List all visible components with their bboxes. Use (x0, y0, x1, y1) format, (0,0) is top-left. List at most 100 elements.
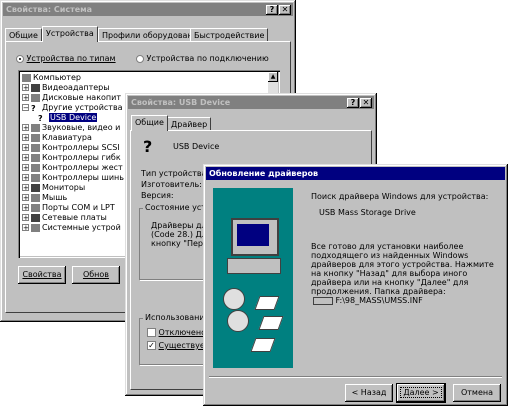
tree-item-other[interactable]: −? Другие устройства (22, 103, 123, 113)
network-icon (31, 213, 40, 222)
disc-icon (227, 310, 249, 332)
tree-item-ports[interactable]: + Порты COM и LPT (22, 203, 115, 213)
expand-icon[interactable]: + (22, 94, 29, 102)
expand-icon[interactable]: + (22, 214, 29, 222)
system-properties-titlebar[interactable]: Свойства: Система (3, 3, 293, 16)
tree-item-scsi[interactable]: + Контроллеры SCSI (22, 143, 120, 153)
disk-icon (31, 93, 40, 102)
tab-driver[interactable]: Драйвер (167, 117, 212, 131)
tree-label: Контроллеры жест (42, 163, 123, 172)
disc-icon (223, 288, 245, 310)
tree-item-sound[interactable]: + Звуковые, видео и (22, 123, 120, 133)
close-button[interactable]: ✕ (360, 98, 372, 108)
cancel-button[interactable]: Отмена (453, 384, 501, 402)
exists-checkbox[interactable]: ✓ Существует (147, 341, 209, 350)
tab-general[interactable]: Общие (5, 28, 42, 42)
display-adapter-icon (31, 83, 40, 92)
device-question-icon: ? (143, 137, 153, 156)
expand-icon[interactable]: + (22, 134, 29, 142)
manufacturer-label: Изготовитель: (141, 180, 202, 189)
tree-item-system[interactable]: + Системные устрой (22, 223, 121, 233)
tree-label: USB Device (49, 113, 98, 122)
system-icon (31, 223, 40, 232)
controller-icon (31, 173, 40, 182)
expand-icon[interactable]: + (22, 184, 29, 192)
expand-icon[interactable]: + (22, 84, 29, 92)
expand-icon[interactable]: + (22, 124, 29, 132)
tree-label: Сетевые платы (42, 213, 107, 222)
tree-label: Системные устрой (42, 223, 121, 232)
tree-item-floppy[interactable]: + Контроллеры гибк (22, 153, 121, 163)
disabled-checkbox[interactable]: Отключено (147, 328, 206, 337)
help-button[interactable]: ? (266, 5, 278, 15)
tab-devices[interactable]: Устройства (42, 26, 98, 42)
tree-item-hdd[interactable]: + Контроллеры жест (22, 163, 123, 173)
usb-properties-titlebar[interactable]: Свойства: USB Device (128, 96, 374, 109)
tree-label: Мышь (42, 193, 68, 202)
driver-path: F:\98_MASS\UMSS.INF (335, 296, 423, 305)
radio-by-type-dot[interactable] (16, 54, 24, 63)
port-icon (31, 203, 40, 212)
tree-label: Контроллеры гибк (42, 153, 121, 162)
sound-icon (31, 123, 40, 132)
help-button[interactable]: ? (347, 98, 359, 108)
expand-icon[interactable]: + (22, 154, 29, 162)
tree-item-computer[interactable]: Компьютер (22, 73, 81, 83)
monitor-icon (31, 183, 40, 192)
tree-item-monitors[interactable]: + Мониторы (22, 183, 85, 193)
back-label: < Назад (351, 388, 387, 397)
expand-icon[interactable]: + (22, 194, 29, 202)
next-label: Далее > (400, 387, 442, 398)
keyboard-icon (31, 133, 40, 142)
controller-icon (31, 163, 40, 172)
close-button[interactable]: ✕ (279, 5, 291, 15)
next-button[interactable]: Далее > (396, 383, 446, 403)
computer-monitor-icon (231, 218, 279, 256)
tree-label: Видеоадаптеры (42, 83, 110, 92)
tab-general[interactable]: Общие (131, 115, 168, 131)
properties-label: Свойства (22, 270, 62, 279)
tree-label: Порты COM и LPT (42, 203, 115, 212)
tree-label: Мониторы (42, 183, 86, 192)
exists-checkbox-label: Существует (158, 341, 210, 350)
collapse-icon[interactable]: − (22, 104, 29, 112)
properties-button[interactable]: Свойства (18, 266, 66, 284)
tree-label: Компьютер (33, 73, 81, 82)
wizard-illustration (213, 188, 293, 368)
exists-checkbox-box[interactable]: ✓ (147, 341, 156, 350)
tree-item-network[interactable]: + Сетевые платы (22, 213, 107, 223)
tree-item-keyboard[interactable]: + Клавиатура (22, 133, 92, 143)
radio-by-connection-dot[interactable] (136, 54, 144, 63)
tree-item-mouse[interactable]: + Мышь (22, 193, 67, 203)
device-name: USB Device (173, 142, 220, 151)
back-button[interactable]: < Назад (345, 384, 393, 402)
expand-icon[interactable]: + (22, 144, 29, 152)
tree-label: Клавиатура (42, 133, 92, 142)
disabled-checkbox-label: Отключено (158, 328, 206, 337)
expand-icon[interactable]: + (22, 164, 29, 172)
expand-icon[interactable]: + (22, 204, 29, 212)
scroll-up-icon[interactable]: ▲ (268, 72, 278, 82)
refresh-button[interactable]: Обнов (72, 266, 120, 284)
tree-label: Контроллеры SCSI (42, 143, 120, 152)
tree-item-video[interactable]: + Видеоадаптеры (22, 83, 110, 93)
update-driver-titlebar[interactable]: Обновление драйверов (206, 167, 505, 180)
radio-by-connection[interactable]: Устройства по подключению (136, 54, 269, 63)
tree-label: Другие устройства (42, 103, 123, 112)
tab-performance[interactable]: Быстродействие (190, 28, 269, 42)
radio-by-type-label: Устройства по типам (26, 54, 116, 63)
version-label: Версия: (141, 191, 174, 200)
tree-item-bus[interactable]: + Контроллеры шинь (22, 173, 124, 183)
tree-label: Звуковые, видео и (42, 123, 121, 132)
tree-item-usb-device[interactable]: ? USB Device (38, 113, 98, 123)
expand-icon[interactable]: + (22, 174, 29, 182)
expand-icon[interactable]: + (22, 224, 29, 232)
tree-label: Контроллеры шинь (42, 173, 124, 182)
device-usage-group-label: Использование (143, 313, 212, 322)
tree-item-disk[interactable]: + Дисковые накопит (22, 93, 121, 103)
floppy-icon (250, 338, 276, 352)
radio-by-type[interactable]: Устройства по типам (16, 54, 116, 63)
mouse-icon (31, 193, 40, 202)
disabled-checkbox-box[interactable] (147, 328, 156, 337)
driver-folder: F:\98_MASS\UMSS.INF (313, 296, 423, 305)
